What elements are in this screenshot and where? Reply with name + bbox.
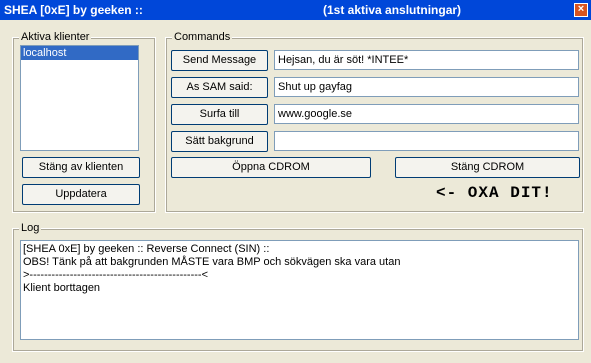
message-input[interactable]: Hejsan, du är söt! *INTEE* [274,50,579,70]
clients-list[interactable]: localhost [20,45,139,151]
log-line: [SHEA 0xE] by geeken :: Reverse Connect … [23,243,270,255]
title-bar[interactable]: SHEA [0xE] by geeken :: (1st aktiva ansl… [0,0,591,20]
url-input[interactable]: www.google.se [274,104,579,124]
close-cdrom-button[interactable]: Stäng CDROM [395,157,580,178]
commands-legend: Commands [172,31,233,43]
open-cdrom-button[interactable]: Öppna CDROM [171,157,371,178]
as-sam-said-button[interactable]: As SAM said: [171,77,268,98]
refresh-button[interactable]: Uppdatera [22,184,140,205]
window-title: SHEA [0xE] by geeken :: [4,3,143,17]
window-subtitle: (1st aktiva anslutningar) [323,3,462,17]
hint-label: <- OXA DIT! [436,184,553,202]
log-textarea[interactable]: [SHEA 0xE] by geeken :: Reverse Connect … [20,240,579,340]
wallpaper-path-input[interactable] [274,131,579,151]
send-message-button[interactable]: Send Message [171,50,268,71]
log-line: Klient borttagen [23,282,101,294]
log-line: OBS! Tänk på att bakgrunden MÅSTE vara B… [23,256,401,268]
close-button[interactable]: × [574,3,588,17]
log-line: >---------------------------------------… [23,269,209,281]
sam-input[interactable]: Shut up gayfag [274,77,579,97]
list-item[interactable]: localhost [21,46,138,60]
log-legend: Log [19,222,42,234]
surf-to-button[interactable]: Surfa till [171,104,268,125]
close-icon: × [577,3,585,15]
clients-legend: Aktiva klienter [19,31,92,43]
disconnect-client-button[interactable]: Stäng av klienten [22,157,140,178]
set-wallpaper-button[interactable]: Sätt bakgrund [171,131,268,152]
